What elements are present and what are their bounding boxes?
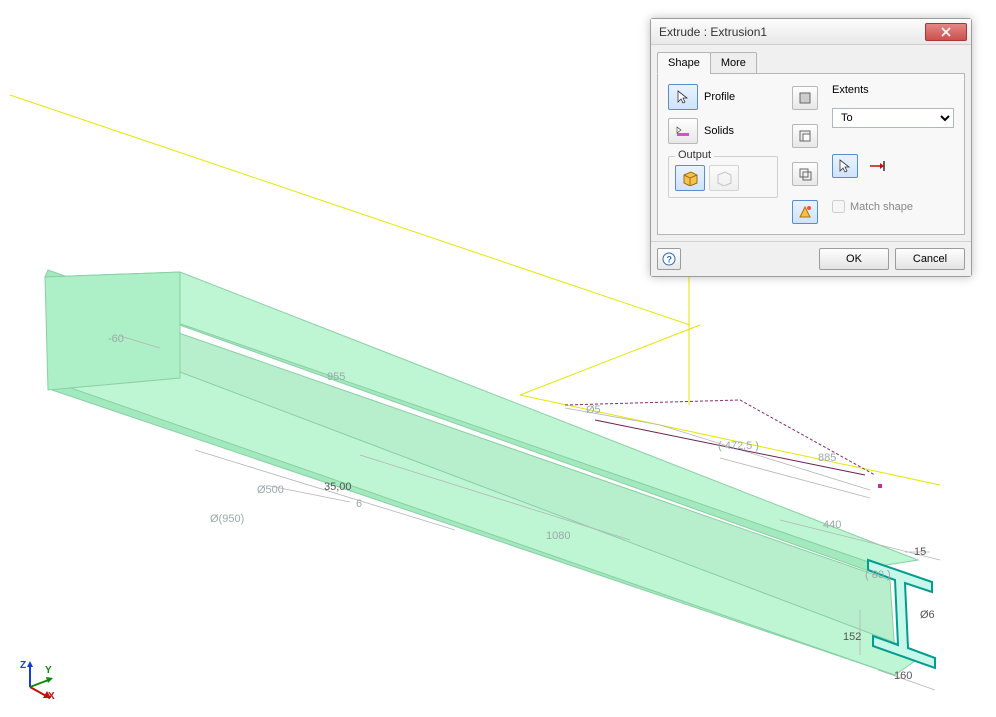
axis-triad: Z Y X	[18, 659, 58, 699]
output-solid-button[interactable]	[675, 165, 705, 191]
boolean-cut-button[interactable]	[792, 124, 818, 148]
solids-label: Solids	[704, 125, 734, 137]
extents-pick-button[interactable]	[832, 154, 858, 178]
dialog-title: Extrude : Extrusion1	[659, 25, 925, 39]
dim-6: 6	[356, 498, 362, 510]
axis-x-label: X	[48, 691, 55, 702]
solids-icon	[675, 123, 691, 139]
solids-select-button[interactable]	[668, 118, 698, 144]
dim-80: ( 80 )	[865, 569, 891, 581]
tab-shape[interactable]: Shape	[657, 52, 711, 74]
tab-strip: Shape More	[657, 52, 965, 74]
dim-160: 160	[894, 670, 912, 682]
help-button[interactable]: ?	[657, 248, 681, 270]
ok-button[interactable]: OK	[819, 248, 889, 270]
intersect-icon	[798, 167, 812, 181]
cursor-icon	[675, 89, 691, 105]
cancel-button[interactable]: Cancel	[895, 248, 965, 270]
dim-dia500: Ø500	[257, 484, 284, 496]
match-shape-checkbox[interactable]	[832, 200, 845, 213]
dim-885: 885	[818, 452, 836, 464]
output-surface-button[interactable]	[709, 165, 739, 191]
boolean-newsolid-button[interactable]	[792, 200, 818, 224]
newsolid-icon	[798, 205, 812, 219]
surface-cube-icon	[715, 170, 733, 186]
dim-dia6: Ø6	[920, 609, 935, 621]
dim-955: 955	[327, 371, 345, 383]
dim-440: 440	[823, 519, 841, 531]
output-legend: Output	[675, 149, 714, 161]
dim-dia5: Ø5	[586, 404, 601, 416]
cursor-icon	[838, 159, 852, 173]
boolean-join-button[interactable]	[792, 86, 818, 110]
solid-cube-icon	[681, 170, 699, 186]
extents-legend: Extents	[832, 84, 954, 96]
profile-label: Profile	[704, 91, 735, 103]
dim-1080: 1080	[546, 530, 570, 542]
close-icon	[941, 27, 951, 37]
dim-dia950: Ø(950)	[210, 513, 244, 525]
dim-minus60: -60	[108, 333, 124, 345]
match-shape-label: Match shape	[850, 201, 913, 213]
join-icon	[798, 91, 812, 105]
axis-z-label: Z	[20, 660, 26, 671]
extents-select[interactable]: To	[832, 108, 954, 128]
svg-text:?: ?	[667, 255, 673, 265]
tab-panel-shape: Profile Solids Output	[657, 73, 965, 235]
cut-icon	[798, 129, 812, 143]
profile-select-button[interactable]	[668, 84, 698, 110]
to-terminator-icon	[869, 159, 885, 173]
boolean-intersect-button[interactable]	[792, 162, 818, 186]
axis-y-label: Y	[45, 665, 52, 676]
tab-more[interactable]: More	[710, 52, 757, 74]
output-group: Output	[668, 156, 778, 198]
help-icon: ?	[662, 252, 676, 266]
dialog-titlebar[interactable]: Extrude : Extrusion1	[651, 19, 971, 45]
close-button[interactable]	[925, 23, 967, 41]
dim-152: 152	[843, 631, 861, 643]
extrude-dialog: Extrude : Extrusion1 Shape More Prof	[650, 18, 972, 277]
dim-35: 35,00	[324, 481, 352, 493]
dim-15: 15	[914, 546, 926, 558]
extents-terminator-button[interactable]	[864, 154, 890, 178]
dim-4725: ( 472,5 )	[718, 440, 759, 452]
